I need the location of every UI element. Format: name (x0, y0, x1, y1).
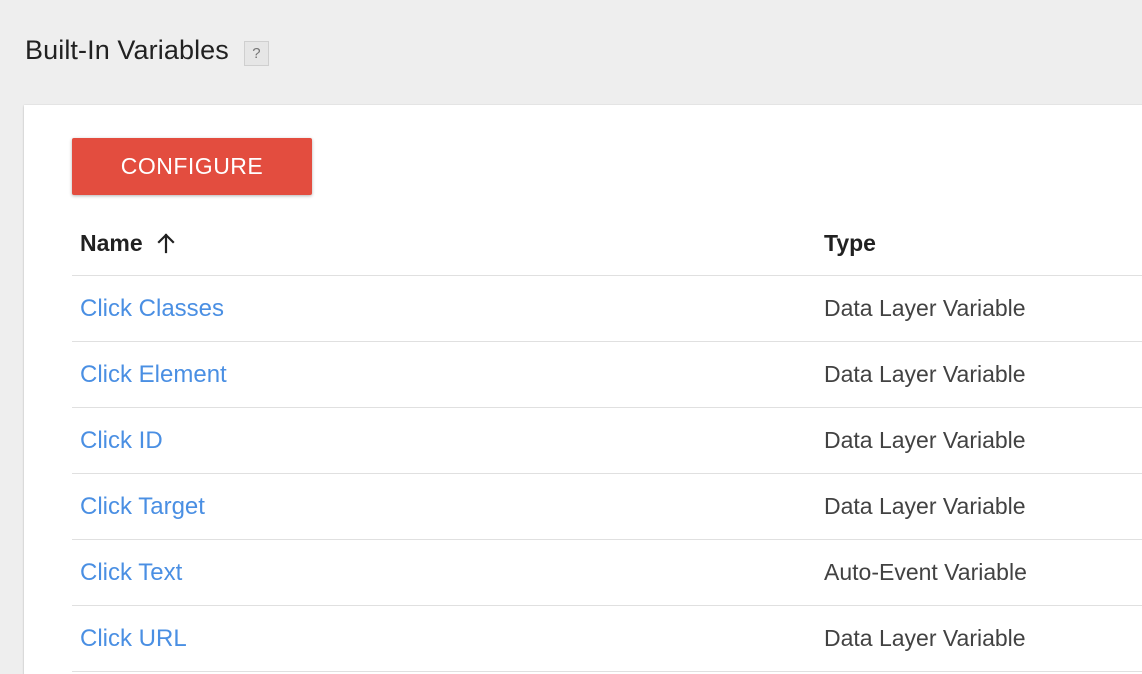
table-row: Click Element Data Layer Variable (72, 342, 1142, 408)
column-name-label: Name (80, 229, 143, 256)
variable-link-click-target[interactable]: Click Target (80, 493, 205, 521)
variable-type: Auto-Event Variable (824, 559, 1027, 585)
column-header-name[interactable]: Name (72, 230, 818, 257)
column-type-label: Type (824, 229, 876, 256)
variable-link-click-id[interactable]: Click ID (80, 427, 163, 455)
variable-type: Data Layer Variable (824, 361, 1026, 387)
variable-link-click-element[interactable]: Click Element (80, 361, 227, 389)
table-row: Click Target Data Layer Variable (72, 474, 1142, 540)
variable-type: Data Layer Variable (824, 295, 1026, 321)
page-title: Built-In Variables (25, 34, 229, 65)
variables-card: CONFIGURE Name Type Click Classes Data L… (24, 105, 1142, 674)
help-icon[interactable]: ? (243, 40, 269, 66)
variable-type: Data Layer Variable (824, 625, 1026, 651)
page-header: Built-In Variables ? (25, 30, 269, 70)
built-in-variables-page: Built-In Variables ? CONFIGURE Name Type (0, 0, 1142, 674)
variable-link-click-url[interactable]: Click URL (80, 625, 187, 653)
table-row: Click Classes Data Layer Variable (72, 276, 1142, 342)
table-row: Click Text Auto-Event Variable (72, 540, 1142, 606)
variable-type: Data Layer Variable (824, 493, 1026, 519)
configure-button[interactable]: CONFIGURE (72, 138, 312, 195)
arrow-up-icon[interactable] (155, 232, 177, 254)
variable-link-click-classes[interactable]: Click Classes (80, 295, 224, 323)
column-header-type[interactable]: Type (818, 230, 1142, 257)
table-header: Name Type (72, 211, 1142, 276)
variable-type: Data Layer Variable (824, 427, 1026, 453)
variable-link-click-text[interactable]: Click Text (80, 559, 182, 587)
table-body: Click Classes Data Layer Variable Click … (72, 276, 1142, 672)
table-row: Click ID Data Layer Variable (72, 408, 1142, 474)
variables-table: Name Type Click Classes Data Layer Varia… (72, 211, 1142, 672)
table-row: Click URL Data Layer Variable (72, 606, 1142, 672)
